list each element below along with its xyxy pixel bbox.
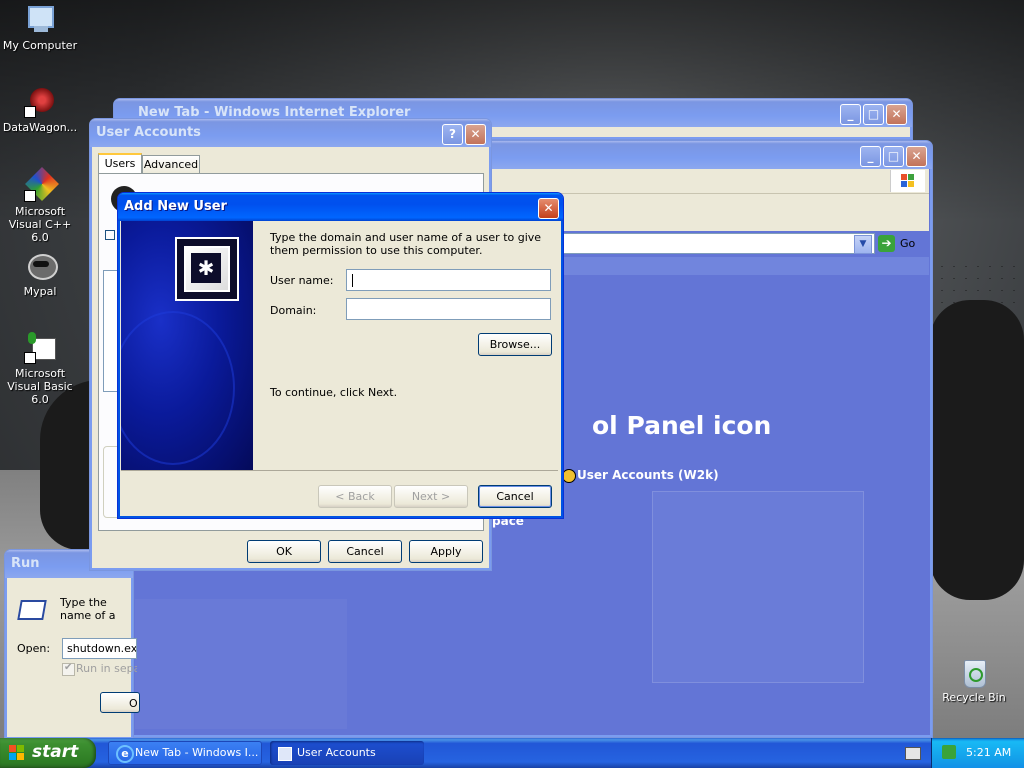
windows-logo-icon: [9, 745, 25, 761]
mypal-icon: [24, 250, 58, 282]
desktop-icon-datawagon[interactable]: DataWagon...: [0, 86, 80, 134]
link-user-accounts[interactable]: User Accounts (W2k): [577, 468, 719, 482]
taskbar-task-user-accounts[interactable]: User Accounts: [270, 741, 424, 765]
windows-flag-icon: [890, 170, 925, 192]
user-accounts-title: User Accounts: [96, 125, 201, 140]
visual-basic-icon: [24, 332, 56, 364]
my-computer-icon: [24, 4, 56, 36]
run-description: Type the name of a program, folder, docu…: [60, 596, 116, 624]
desktop-icon-mypal[interactable]: Mypal: [0, 250, 80, 298]
ie-icon: e: [116, 745, 134, 763]
ie-minimize-button[interactable]: _: [840, 104, 861, 125]
run-separate-memory-checkbox[interactable]: ✔: [62, 662, 75, 676]
browse-button[interactable]: Browse...: [478, 333, 552, 356]
add-new-user-dialog[interactable]: Add New User ✕ ✱ Type the domain and use…: [117, 192, 564, 519]
anu-close-button[interactable]: ✕: [538, 198, 559, 219]
cp-left-pane: [135, 599, 347, 729]
start-button[interactable]: start: [0, 738, 96, 768]
anu-description: Type the domain and user name of a user …: [270, 231, 542, 257]
watermark-checkbox-graphic: [652, 491, 864, 683]
keyboard-tray-icon[interactable]: [905, 747, 921, 760]
wizard-key-icon: ✱: [175, 237, 239, 301]
tab-advanced[interactable]: Advanced: [142, 155, 200, 174]
run-title: Run: [11, 556, 40, 571]
desktop-icon-my-computer[interactable]: My Computer: [0, 4, 80, 52]
ie-maximize-button[interactable]: □: [863, 104, 884, 125]
ua-close-button[interactable]: ✕: [465, 124, 486, 145]
wizard-separator: [121, 470, 558, 471]
run-open-field[interactable]: shutdown.exe: [62, 638, 137, 659]
next-button[interactable]: Next >: [394, 485, 468, 508]
run-program-icon: [15, 598, 47, 620]
wallpaper-car-right: [930, 300, 1024, 600]
domain-label: Domain:: [270, 304, 317, 317]
clock[interactable]: 5:21 AM: [966, 746, 1011, 759]
run-open-label: Open:: [17, 642, 51, 655]
user-accounts-icon: [278, 747, 292, 761]
cp-close-button[interactable]: ✕: [906, 146, 927, 167]
add-new-user-title-bar[interactable]: Add New User ✕: [118, 193, 563, 221]
anu-continue-text: To continue, click Next.: [270, 386, 398, 399]
back-button[interactable]: < Back: [318, 485, 392, 508]
ie-close-button[interactable]: ✕: [886, 104, 907, 125]
run-dialog[interactable]: Run Type the name of a program, folder, …: [4, 549, 140, 740]
desktop-icon-recycle-bin[interactable]: Recycle Bin: [934, 656, 1014, 704]
wizard-side-graphic: ✱: [121, 221, 253, 470]
anu-cancel-button[interactable]: Cancel: [478, 485, 552, 508]
cp-maximize-button[interactable]: □: [883, 146, 904, 167]
domain-field[interactable]: [346, 298, 551, 320]
username-field[interactable]: [346, 269, 551, 291]
ua-apply-button[interactable]: Apply: [409, 540, 483, 563]
visual-cpp-icon: [24, 167, 59, 202]
add-new-user-title: Add New User: [124, 199, 227, 214]
network-tray-icon[interactable]: [942, 745, 956, 759]
username-label: User name:: [270, 274, 334, 287]
desktop-icon-visual-cpp[interactable]: Microsoft Visual C++ 6.0: [0, 167, 80, 244]
cp-minimize-button[interactable]: _: [860, 146, 881, 167]
taskbar: start e New Tab - Windows I... User Acco…: [0, 738, 1024, 768]
ua-cancel-button[interactable]: Cancel: [328, 540, 402, 563]
cp-banner-heading: ol Panel icon: [592, 411, 772, 440]
user-accounts-title-bar[interactable]: User Accounts ? ✕: [90, 119, 491, 147]
recycle-bin-icon: [958, 656, 990, 688]
go-button[interactable]: ➔ Go: [876, 234, 926, 254]
tab-users[interactable]: Users: [98, 153, 142, 175]
users-checkbox[interactable]: [105, 230, 115, 240]
datawagon-icon: [24, 86, 56, 118]
run-ok-button[interactable]: O: [100, 692, 140, 713]
go-arrow-icon: ➔: [878, 235, 895, 252]
system-tray: 5:21 AM: [931, 738, 1024, 768]
ua-ok-button[interactable]: OK: [247, 540, 321, 563]
taskbar-task-ie[interactable]: e New Tab - Windows I...: [108, 741, 262, 765]
desktop-icon-visual-basic[interactable]: Microsoft Visual Basic 6.0: [0, 332, 80, 406]
text-cursor: [352, 274, 353, 287]
run-checkbox-label: Run in separate memory space: [76, 662, 137, 675]
address-dropdown-button[interactable]: ▼: [854, 235, 872, 254]
user-accounts-bullet-icon: [562, 469, 576, 483]
ua-help-button[interactable]: ?: [442, 124, 463, 145]
